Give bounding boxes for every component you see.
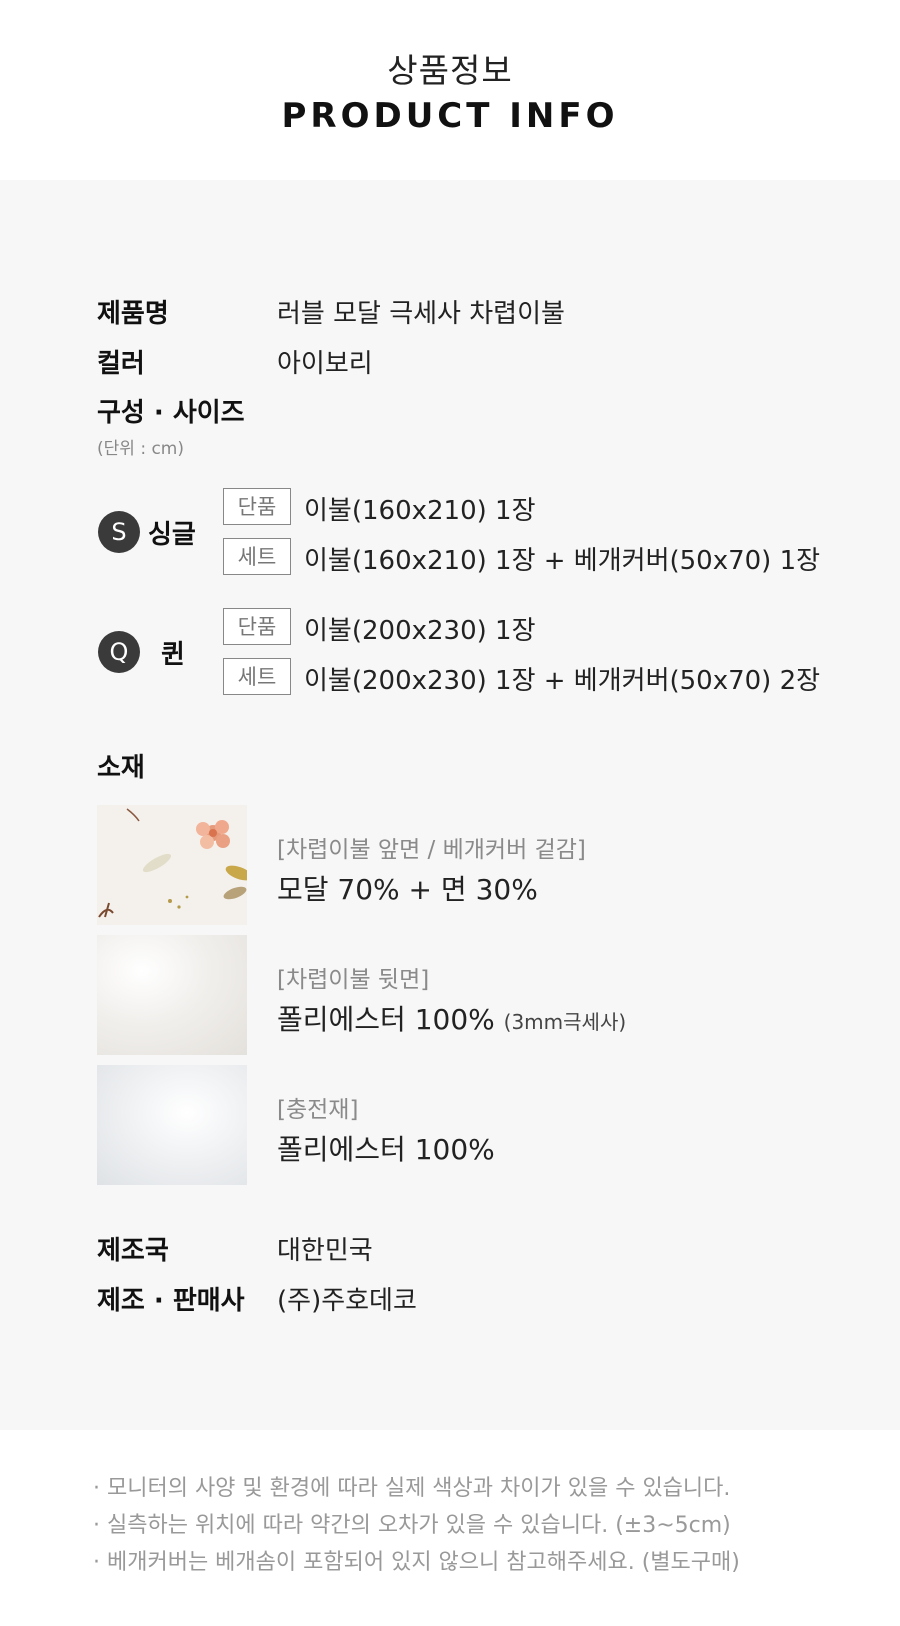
notice-item: · 베개커버는 베개솜이 포함되어 있지 않으니 참고해주세요. (별도구매)	[93, 1550, 740, 1575]
fabric-swatch-front	[97, 805, 247, 925]
page-title-english: PRODUCT INFO	[281, 96, 619, 136]
unit-note: (단위 : cm)	[97, 439, 184, 459]
country-value: 대한민국	[277, 1236, 373, 1266]
option-tag: 세트	[223, 658, 291, 695]
notice-list: · 모니터의 사양 및 환경에 따라 실제 색상과 차이가 있을 수 있습니다.…	[93, 1470, 740, 1581]
product-name-value: 러블 모달 극세사 차렵이불	[277, 299, 565, 329]
maker-label: 제조 · 판매사	[97, 1286, 245, 1316]
material-value: 폴리에스터 100%	[277, 1133, 495, 1166]
product-name-label: 제품명	[97, 299, 169, 329]
material-value: 폴리에스터 100% (3mm극세사)	[277, 1003, 627, 1036]
color-label: 컬러	[97, 349, 145, 379]
header: 상품정보 PRODUCT INFO	[0, 0, 900, 180]
composition-label: 구성 · 사이즈	[97, 398, 245, 428]
material-note: (3mm극세사)	[503, 1010, 627, 1034]
notice-item: · 실측하는 위치에 따라 약간의 오차가 있을 수 있습니다. (±3~5cm…	[93, 1513, 731, 1538]
floral-pattern-image	[98, 808, 247, 918]
material-caption: [차렵이불 뒷면]	[277, 967, 430, 993]
option-tag: 단품	[223, 608, 291, 645]
option-description: 이불(160x210) 1장 + 베개커버(50x70) 1장	[304, 546, 821, 576]
country-label: 제조국	[97, 1236, 169, 1266]
size-badge-queen: Q	[98, 631, 140, 673]
color-value: 아이보리	[277, 349, 373, 379]
page-title-korean: 상품정보	[387, 51, 513, 90]
option-description: 이불(200x230) 1장 + 베개커버(50x70) 2장	[304, 666, 821, 696]
option-tag: 단품	[223, 488, 291, 525]
option-description: 이불(160x210) 1장	[304, 496, 536, 526]
size-name-queen: 퀸	[161, 640, 185, 670]
fabric-swatch-filling	[97, 1065, 247, 1185]
maker-value: (주)주호데코	[277, 1286, 417, 1316]
material-label: 소재	[97, 753, 145, 783]
material-caption: [충전재]	[277, 1097, 359, 1123]
fabric-swatch-back	[97, 935, 247, 1055]
notice-item: · 모니터의 사양 및 환경에 따라 실제 색상과 차이가 있을 수 있습니다.	[93, 1476, 731, 1501]
option-tag: 세트	[223, 538, 291, 575]
size-name-single: 싱글	[148, 520, 196, 550]
material-caption: [차렵이불 앞면 / 베개커버 겉감]	[277, 837, 586, 863]
material-value: 모달 70% + 면 30%	[277, 873, 538, 906]
option-description: 이불(200x230) 1장	[304, 616, 536, 646]
size-badge-single: S	[98, 511, 140, 553]
